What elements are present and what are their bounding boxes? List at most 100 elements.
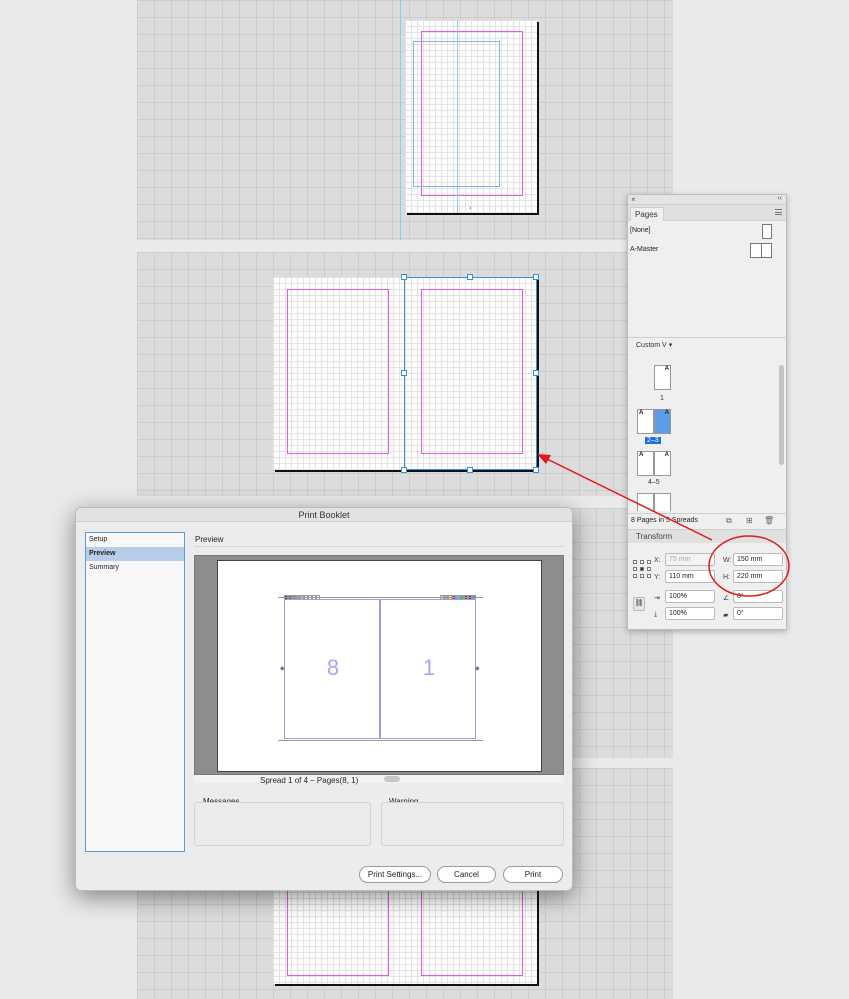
page-2[interactable] <box>273 277 405 470</box>
cancel-button[interactable]: Cancel <box>437 866 496 883</box>
panel-titlebar[interactable]: × ‹‹ <box>628 195 786 205</box>
chevron-down-icon: ▾ <box>668 342 673 349</box>
page-thumb-3[interactable]: A <box>654 409 671 434</box>
shear-field[interactable]: 0° <box>733 607 783 620</box>
booklet-page-left: 8 <box>284 599 380 739</box>
dialog-nav-list[interactable]: Setup Preview Summary <box>85 532 185 852</box>
ruler-guide[interactable] <box>457 20 458 213</box>
page-thumb-1[interactable]: A <box>654 365 671 390</box>
tab-pages-label: Pages <box>635 210 658 219</box>
pages-panel[interactable]: × ‹‹ Pages [None] A-Master Custom V ▾ A … <box>627 194 787 630</box>
page-thumbnails[interactable]: A 1 A A 2–3 A A 4–5 <box>628 355 786 511</box>
master-prefix: A <box>639 452 644 458</box>
x-field[interactable]: 75 mm <box>665 553 715 566</box>
w-field[interactable]: 150 mm <box>733 553 783 566</box>
pasteboard-spread-1[interactable]: 1 <box>137 0 673 240</box>
booklet-page-right: 1 <box>380 599 476 739</box>
rotate-field[interactable]: 0° <box>733 590 783 603</box>
crop-line <box>278 597 483 598</box>
master-prefix: A <box>664 452 669 458</box>
constrain-proportions-button[interactable]: ⛓ <box>633 597 645 611</box>
panel-splitter[interactable]: Custom V ▾ <box>628 337 786 351</box>
shear-icon: ▰ <box>723 612 729 619</box>
nav-item-preview[interactable]: Preview <box>86 547 184 561</box>
scale-x-field[interactable]: 100% <box>665 590 715 603</box>
selection-handle[interactable] <box>467 467 473 473</box>
close-icon[interactable]: × <box>631 195 636 204</box>
nav-item-setup[interactable]: Setup <box>86 533 184 547</box>
scale-y-field[interactable]: 100% <box>665 607 715 620</box>
selection-handle[interactable] <box>401 370 407 376</box>
panel-tabbar: Pages <box>628 205 786 221</box>
master-none[interactable]: [None] <box>630 227 651 234</box>
view-menu-label: Custom V <box>636 342 667 349</box>
thumbnails-scrollbar[interactable] <box>779 365 784 465</box>
booklet-preview: 8 1 ◆ ◆ <box>194 555 564 775</box>
warning-box <box>381 802 564 846</box>
page-number-right: 1 <box>422 655 436 680</box>
dialog-title[interactable]: Print Booklet <box>76 508 572 522</box>
print-settings-button[interactable]: Print Settings... <box>359 866 431 883</box>
page-label-2-3[interactable]: 2–3 <box>645 437 661 444</box>
h-field[interactable]: 220 mm <box>733 570 783 583</box>
selection-handle[interactable] <box>533 467 539 473</box>
master-none-thumb[interactable] <box>762 224 772 239</box>
page-number-left: 8 <box>326 655 340 680</box>
print-button[interactable]: Print <box>503 866 563 883</box>
new-page-icon[interactable]: ⊞ <box>746 516 753 525</box>
page-thumb-6[interactable] <box>637 493 654 511</box>
margin-guide <box>287 289 389 454</box>
preview-section-title: Preview <box>195 535 224 544</box>
selection-frame[interactable] <box>404 277 537 470</box>
pasteboard-spread-2[interactable] <box>137 252 673 496</box>
transform-title: Transform <box>636 532 673 541</box>
reference-point-grid[interactable] <box>633 560 651 578</box>
page-thumb-7[interactable] <box>654 493 671 511</box>
h-label: H: <box>723 574 730 581</box>
page-1[interactable]: 1 <box>405 20 537 213</box>
scale-y-icon: ⤓ <box>654 611 658 618</box>
selection-handle[interactable] <box>401 274 407 280</box>
delete-page-icon[interactable]: 🗑 <box>764 516 774 525</box>
master-prefix: A <box>664 366 669 372</box>
x-label: X: <box>654 557 661 564</box>
link-icon: ⛓ <box>634 600 644 607</box>
master-a-label: A-Master <box>630 246 659 253</box>
w-label: W: <box>723 557 732 564</box>
nav-item-summary[interactable]: Summary <box>86 561 184 575</box>
y-field[interactable]: 110 mm <box>665 570 715 583</box>
selection-handle[interactable] <box>533 274 539 280</box>
master-prefix: A <box>664 410 669 416</box>
page-thumb-2[interactable]: A <box>637 409 654 434</box>
pages-count-text: 8 Pages in 5 Spreads <box>631 517 698 524</box>
y-label: Y: <box>654 574 661 581</box>
messages-box <box>194 802 371 846</box>
selection-handle[interactable] <box>401 467 407 473</box>
preview-scrollbar[interactable] <box>194 775 564 783</box>
selection-handle[interactable] <box>533 370 539 376</box>
master-a-thumb[interactable] <box>750 243 772 258</box>
spread-info: Spread 1 of 4 – Pages(8, 1) <box>260 776 359 785</box>
page-label-4-5: 4–5 <box>648 479 660 486</box>
divider <box>194 546 564 547</box>
collapse-icon[interactable]: ‹‹ <box>777 195 782 202</box>
scroll-knob[interactable] <box>384 776 400 782</box>
master-prefix: A <box>639 410 644 416</box>
tab-pages[interactable]: Pages <box>630 207 664 221</box>
page-thumb-4[interactable]: A <box>637 451 654 476</box>
rotate-icon: ∠ <box>723 595 730 602</box>
registration-mark: ◆ <box>280 666 285 672</box>
print-booklet-dialog[interactable]: Print Booklet Setup Preview Summary Prev… <box>75 507 573 891</box>
selection-handle[interactable] <box>467 274 473 280</box>
master-none-label: [None] <box>630 227 651 234</box>
panel-menu-icon[interactable] <box>775 209 782 215</box>
pages-status-bar: 8 Pages in 5 Spreads ⧉ ⊞ 🗑 <box>628 513 786 527</box>
page-thumb-5[interactable]: A <box>654 451 671 476</box>
master-a[interactable]: A-Master <box>630 246 658 253</box>
transform-panel-header[interactable]: Transform <box>628 529 786 543</box>
scale-x-icon: ⇥ <box>654 595 660 602</box>
edit-page-size-icon[interactable]: ⧉ <box>726 516 732 526</box>
view-menu-button[interactable]: Custom V ▾ <box>636 341 672 349</box>
ruler-guide[interactable] <box>400 0 401 240</box>
page-label-1: 1 <box>660 395 664 402</box>
